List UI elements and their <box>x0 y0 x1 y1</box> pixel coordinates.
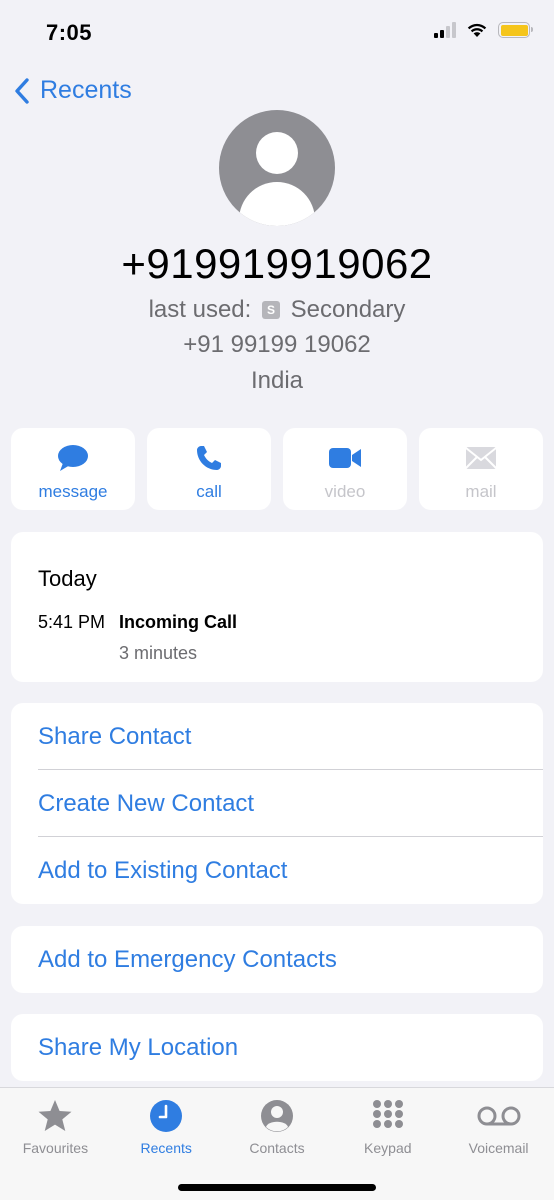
create-new-contact-button[interactable]: Create New Contact <box>11 770 543 837</box>
tab-voicemail[interactable]: Voicemail <box>443 1088 554 1168</box>
location-card: Share My Location <box>11 1014 543 1081</box>
history-day: Today <box>38 566 97 591</box>
mail-label: mail <box>465 482 497 501</box>
tab-keypad[interactable]: Keypad <box>332 1088 443 1168</box>
tab-voicemail-label: Voicemail <box>468 1140 529 1156</box>
tab-contacts-label: Contacts <box>249 1140 305 1156</box>
voicemail-icon <box>477 1106 521 1126</box>
sim-name: Secondary <box>290 296 406 323</box>
call-type: Incoming Call <box>119 612 238 632</box>
tab-keypad-label: Keypad <box>364 1140 412 1156</box>
person-circle-icon <box>260 1100 293 1132</box>
last-used-prefix: last used: <box>148 296 252 323</box>
tab-recents-label: Recents <box>140 1140 192 1156</box>
add-to-emergency-contacts-button[interactable]: Add to Emergency Contacts <box>11 926 543 993</box>
contact-number: +919919919062 <box>121 240 433 287</box>
call-button[interactable]: call <box>147 428 271 510</box>
emergency-card: Add to Emergency Contacts <box>11 926 543 993</box>
formatted-number: +91 99199 19062 <box>183 331 371 358</box>
home-indicator[interactable] <box>178 1184 376 1191</box>
cellular-signal-icon <box>434 22 456 38</box>
call-label: call <box>196 482 222 501</box>
call-duration: 3 minutes <box>119 643 198 663</box>
call-history-card: Today 5:41 PM Incoming Call 3 minutes <box>11 532 543 682</box>
star-icon <box>38 1100 72 1131</box>
country: India <box>250 367 304 394</box>
chevron-left-icon <box>15 77 29 104</box>
message-button[interactable]: message <box>11 428 135 510</box>
battery-icon <box>498 22 533 38</box>
contact-options-card: Share Contact Create New Contact Add to … <box>11 703 543 904</box>
tab-recents[interactable]: Recents <box>111 1088 222 1168</box>
action-buttons: message call video mail <box>11 428 543 510</box>
call-time: 5:41 PM <box>38 612 106 632</box>
message-label: message <box>38 482 108 501</box>
status-icons <box>434 22 533 38</box>
share-contact-button[interactable]: Share Contact <box>11 703 543 770</box>
mail-button[interactable]: mail <box>419 428 543 510</box>
video-camera-icon <box>329 448 361 468</box>
tab-contacts[interactable]: Contacts <box>222 1088 333 1168</box>
envelope-icon <box>465 447 497 469</box>
share-my-location-button[interactable]: Share My Location <box>11 1014 543 1081</box>
avatar <box>219 110 335 226</box>
keypad-icon <box>372 1100 403 1128</box>
message-bubble-icon <box>58 445 88 471</box>
status-bar: 7:05 <box>0 0 554 66</box>
tab-bar: Favourites Recents Contacts Keypad Voice… <box>0 1087 554 1200</box>
tab-favourites[interactable]: Favourites <box>0 1088 111 1168</box>
sim-badge-icon: S <box>261 301 280 319</box>
clock-icon <box>150 1100 183 1132</box>
back-label: Recents <box>40 76 132 104</box>
add-to-existing-contact-button[interactable]: Add to Existing Contact <box>11 837 543 904</box>
status-time: 7:05 <box>46 20 93 45</box>
last-used-line: last used: S Secondary <box>0 296 554 324</box>
tab-favourites-label: Favourites <box>22 1140 89 1156</box>
phone-icon <box>197 446 221 470</box>
video-label: video <box>324 482 366 501</box>
wifi-icon <box>467 23 487 37</box>
back-button[interactable]: Recents <box>14 76 132 105</box>
video-button[interactable]: video <box>283 428 407 510</box>
